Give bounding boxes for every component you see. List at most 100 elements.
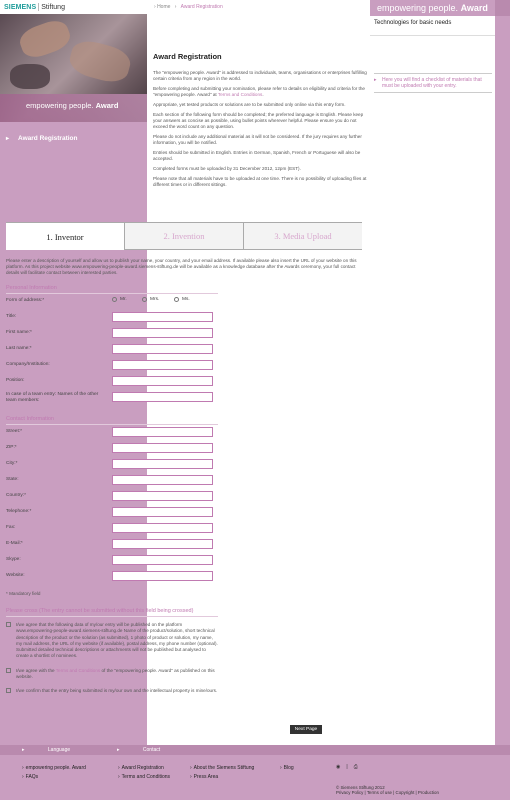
ownership-consent-checkbox[interactable] [6, 688, 11, 694]
intro-paragraph: Before completing and submitting your no… [153, 86, 367, 98]
team-members-field[interactable] [112, 392, 213, 402]
country-field[interactable] [112, 491, 213, 501]
check-label: I/we confirm that the entry being submit… [16, 688, 218, 694]
tab-media-upload[interactable]: 3. Media Upload [243, 223, 362, 250]
photo-detail [16, 16, 74, 62]
field-label: Title: [6, 314, 17, 319]
last-name-field[interactable] [112, 344, 213, 354]
zip-row: ZIP:* [6, 441, 361, 457]
intro-text-part: . [262, 92, 264, 97]
email-row: E-Mail:* [6, 537, 361, 553]
footer-link[interactable]: FAQs [22, 773, 86, 782]
language-label: Language [47, 747, 71, 753]
intro-paragraph: Entries should be submitted in English. … [153, 150, 361, 161]
city-field[interactable] [112, 459, 213, 469]
footer-link[interactable]: Blog [280, 764, 294, 773]
mandatory-note: * Mandatory field [6, 591, 41, 596]
intro-paragraph: Completed forms must be uploaded by 31 D… [153, 166, 301, 171]
checklist-link[interactable]: ▸ Here you will find a checklist of mate… [374, 73, 492, 93]
publish-consent-item: I/we agree that the following data of my… [6, 622, 218, 660]
caption-text: empowering people. [26, 101, 94, 110]
footer-link[interactable]: Terms and Conditions [118, 773, 170, 782]
banner-title: empowering people. Award [370, 0, 510, 16]
publish-consent-checkbox[interactable] [6, 622, 11, 627]
language-link[interactable]: ▸ Language [22, 747, 117, 753]
footer-link[interactable]: About the Siemens Stiftung [190, 764, 255, 773]
fax-field[interactable] [112, 523, 213, 533]
intro-paragraph: Please do not include any additional mat… [153, 134, 362, 145]
footer-link[interactable]: empowering people. Award [22, 764, 86, 773]
footer: empowering people. Award FAQs Award Regi… [0, 755, 510, 800]
city-row: City:* [6, 457, 361, 473]
radio-circle-icon [142, 297, 147, 302]
contact-label: Contact [142, 747, 161, 753]
title-row: Title: [6, 310, 361, 326]
company-field[interactable] [112, 360, 213, 370]
telephone-row: Telephone:* [6, 505, 361, 521]
intro-paragraph: Each section of the following form shoul… [153, 112, 364, 129]
copyright: © Siemens Stiftung 2012 Privacy Policy |… [336, 785, 439, 795]
next-page-button[interactable]: Next Page [290, 725, 322, 734]
footer-icons: ◉ | ⎙ [336, 764, 358, 770]
terms-link[interactable]: Terms and Conditions [218, 92, 262, 97]
field-label: Company/Institution: [6, 362, 50, 367]
radio-mr[interactable]: Mr. [112, 297, 127, 302]
state-field[interactable] [112, 475, 213, 485]
field-label: Website: [6, 573, 25, 578]
banner-text: empowering people. [377, 3, 459, 13]
checklist-text: Here you will find a checklist of materi… [382, 77, 482, 89]
field-label: City:* [6, 461, 18, 466]
sidebar-item-award-registration[interactable]: ▸ Award Registration [0, 131, 147, 145]
personal-info-heading: Personal Information [6, 285, 218, 294]
radio-mrs[interactable]: Mrs. [142, 297, 159, 302]
terms-link[interactable]: Terms and Conditions [56, 668, 100, 673]
tab-invention[interactable]: 2. Invention [124, 223, 243, 250]
tab-inventor[interactable]: 1. Inventor [6, 223, 124, 250]
chevron-right-icon: ▸ [6, 135, 10, 142]
award-banner: empowering people. Award Technologies fo… [370, 0, 510, 36]
telephone-field[interactable] [112, 507, 213, 517]
fax-row: Fax: [6, 521, 361, 537]
zip-field[interactable] [112, 443, 213, 453]
logo-brand: SIEMENS [4, 3, 37, 11]
street-field[interactable] [112, 427, 213, 437]
email-field[interactable] [112, 539, 213, 549]
footer-link[interactable]: Award Registration [118, 764, 170, 773]
caption-bold: Award [95, 101, 119, 110]
position-field[interactable] [112, 376, 213, 386]
first-name-field[interactable] [112, 328, 213, 338]
terms-consent-checkbox[interactable] [6, 667, 11, 673]
skype-field[interactable] [112, 555, 213, 565]
field-label: Telephone:* [6, 509, 32, 514]
field-label: Last name:* [6, 346, 32, 351]
legal-links[interactable]: Privacy Policy | Terms of use | Copyrigh… [336, 790, 439, 795]
website-row: Website: [6, 569, 361, 585]
intro-text: The "empowering people. Award" is addres… [153, 70, 367, 192]
print-icon[interactable]: ⎙ [354, 764, 358, 770]
sidebar-item-label: Award Registration [18, 134, 78, 142]
rss-icon[interactable]: ◉ [336, 764, 340, 770]
field-label: ZIP:* [6, 445, 17, 450]
check-label-part: I/we agree with the [16, 667, 55, 673]
skype-row: Skype: [6, 553, 361, 569]
intro-paragraph: Please note that all materials have to b… [153, 176, 367, 187]
website-field[interactable] [112, 571, 213, 581]
radio-ms[interactable]: Ms. [174, 297, 190, 302]
siemens-stiftung-logo[interactable]: SIEMENS Stiftung [0, 0, 147, 14]
footer-link[interactable]: Press Area [190, 773, 254, 782]
logo-name: Stiftung [41, 3, 65, 11]
breadcrumb-home[interactable]: Home [157, 4, 170, 10]
footer-col-2: Award Registration Terms and Conditions [118, 764, 170, 782]
contact-link[interactable]: ▸ Contact [117, 747, 160, 753]
terms-consent-item: I/we agree with the Terms and Conditions… [6, 667, 218, 681]
title-field[interactable] [112, 312, 213, 322]
breadcrumb-chevron-icon: › [154, 4, 156, 10]
field-label: In case of a team entry: Names of the ot… [6, 392, 99, 403]
field-label: E-Mail:* [6, 541, 23, 546]
logo-divider [38, 3, 40, 11]
right-strip [495, 16, 510, 745]
field-label: Form of address:* [6, 298, 45, 303]
footer-col-1: empowering people. Award FAQs [22, 764, 86, 782]
ownership-consent-item: I/we confirm that the entry being submit… [6, 688, 218, 694]
banner-tagline: Technologies for basic needs [370, 16, 510, 34]
